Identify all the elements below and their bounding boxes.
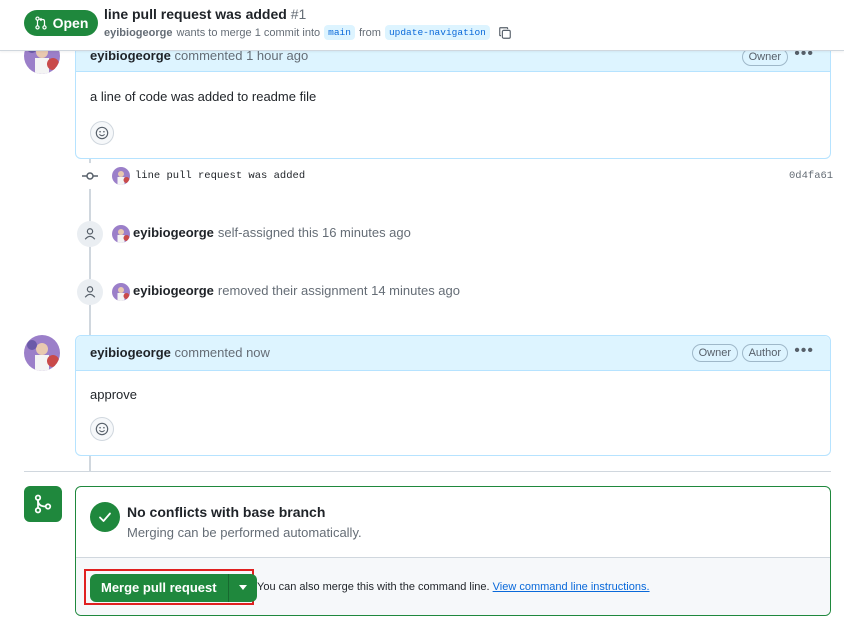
pr-subtitle: eyibiogeorge wants to merge 1 commit int… xyxy=(104,25,512,40)
merge-pull-request-button[interactable]: Merge pull request xyxy=(90,574,229,602)
merge-actions: Merge pull request You can also merge th… xyxy=(76,557,830,615)
person-icon xyxy=(77,221,103,247)
avatar[interactable] xyxy=(24,335,60,371)
pr-title: line pull request was added xyxy=(104,6,287,22)
command-line-note: You can also merge this with the command… xyxy=(257,581,650,593)
merge-status: No conflicts with base branch Merging ca… xyxy=(76,487,830,557)
event-description: removed their assignment 14 minutes ago xyxy=(217,283,460,298)
base-branch[interactable]: main xyxy=(324,25,355,40)
event-user[interactable]: eyibiogeorge xyxy=(133,283,214,298)
author-badge: Author xyxy=(741,344,788,362)
merge-box: No conflicts with base branch Merging ca… xyxy=(75,486,831,616)
smiley-icon[interactable] xyxy=(90,121,114,145)
owner-badge: Owner xyxy=(691,344,738,362)
kebab-icon[interactable]: ••• xyxy=(794,342,814,360)
state-label: Open xyxy=(52,15,89,31)
copy-icon[interactable] xyxy=(498,26,512,40)
from-text: from xyxy=(358,26,381,39)
merge-text: wants to merge 1 commit into xyxy=(176,26,321,39)
git-commit-icon xyxy=(77,163,103,189)
git-merge-icon xyxy=(24,486,62,522)
pr-author[interactable]: eyibiogeorge xyxy=(104,27,172,39)
commit-sha[interactable]: 0d4fa61 xyxy=(789,170,833,182)
state-badge: Open xyxy=(24,10,98,36)
command-line-note-text: You can also merge this with the command… xyxy=(257,581,490,593)
sticky-header: Open line pull request was added #1 eyib… xyxy=(0,0,844,51)
merge-button-group: Merge pull request xyxy=(90,574,257,602)
event-removed-assignment: eyibiogeorge removed their assignment 14 … xyxy=(133,283,460,298)
event-user[interactable]: eyibiogeorge xyxy=(133,225,214,240)
event-self-assigned: eyibiogeorge self-assigned this 16 minute… xyxy=(133,225,411,240)
command-line-instructions-link[interactable]: View command line instructions. xyxy=(493,581,650,593)
avatar[interactable] xyxy=(112,167,130,185)
event-description: self-assigned this 16 minutes ago xyxy=(217,225,411,240)
comment-timestamp[interactable]: commented now xyxy=(175,345,270,360)
smiley-icon[interactable] xyxy=(90,417,114,441)
pr-number: #1 xyxy=(290,6,307,22)
avatar[interactable] xyxy=(112,225,130,243)
divider xyxy=(24,471,831,472)
merge-status-title: No conflicts with base branch xyxy=(127,504,326,520)
check-icon xyxy=(90,502,120,532)
comment-header: eyibiogeorge commented now Owner Author … xyxy=(76,336,830,371)
commit-message[interactable]: line pull request was added xyxy=(135,170,305,182)
comment-box: eyibiogeorge commented now Owner Author … xyxy=(75,335,831,456)
avatar[interactable] xyxy=(112,283,130,301)
page-title: line pull request was added #1 xyxy=(104,6,306,22)
comment-body: approve xyxy=(90,387,137,402)
timeline-line xyxy=(89,455,91,471)
comment-author[interactable]: eyibiogeorge commented now xyxy=(90,345,270,360)
git-pull-request-icon xyxy=(34,16,47,30)
comment-box: eyibiogeorge commented 1 hour ago Owner … xyxy=(75,36,831,159)
head-branch[interactable]: update-navigation xyxy=(384,25,490,40)
comment-body: a line of code was added to readme file xyxy=(90,89,317,104)
triangle-down-icon[interactable] xyxy=(228,574,257,602)
person-icon xyxy=(77,279,103,305)
merge-status-subtitle: Merging can be performed automatically. xyxy=(127,525,362,540)
